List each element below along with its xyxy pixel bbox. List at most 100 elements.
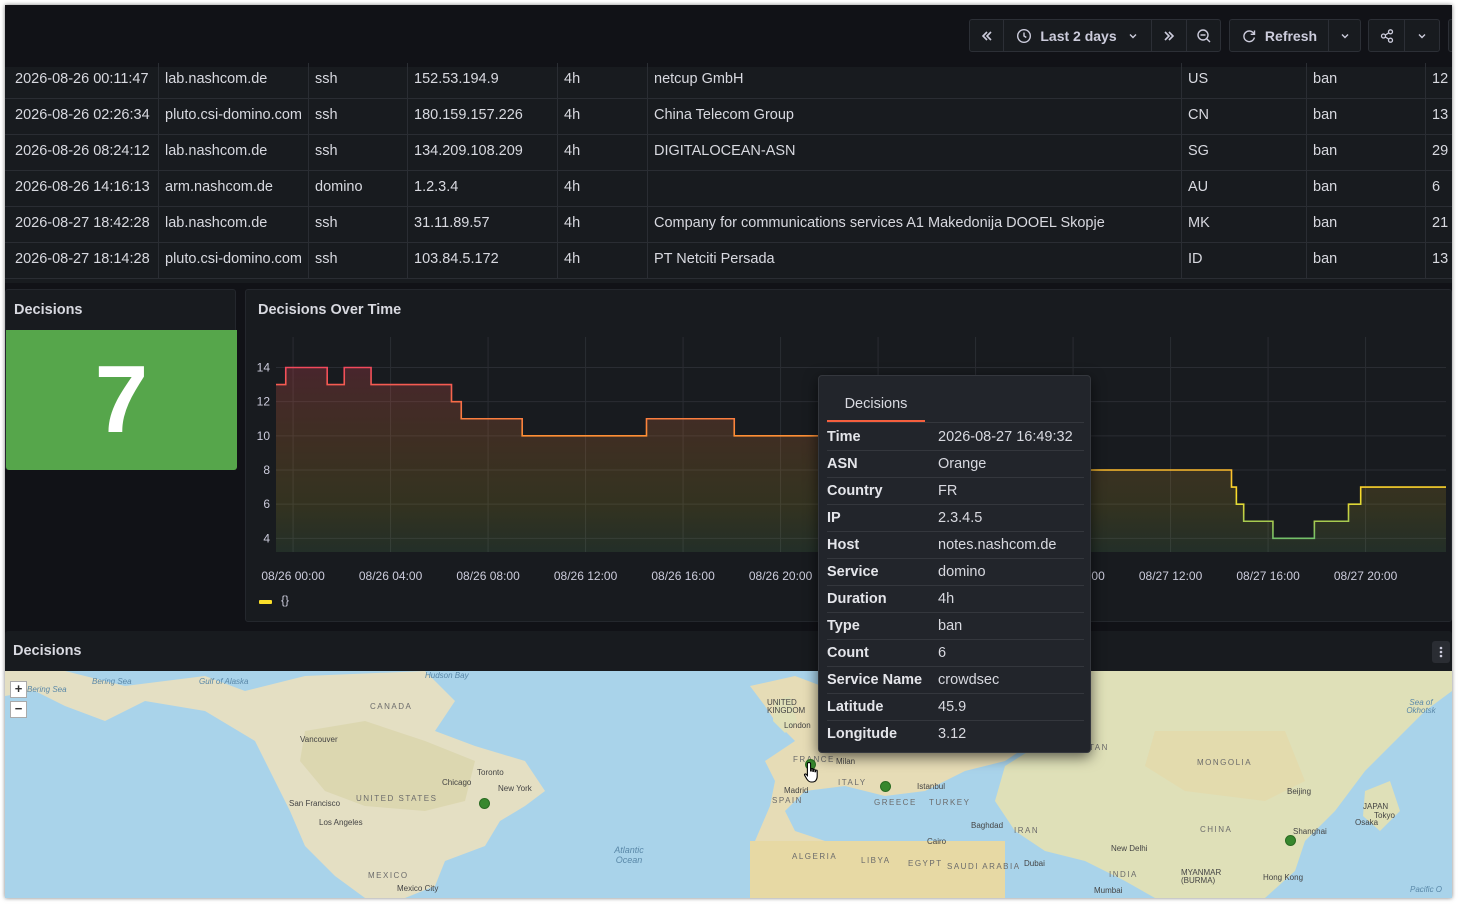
y-tick-label: 8 bbox=[263, 463, 270, 477]
time-picker-group: Last 2 days bbox=[969, 19, 1221, 52]
map-label: SAUDI ARABIA bbox=[947, 862, 1021, 871]
tooltip-key: Latitude bbox=[827, 699, 884, 715]
tooltip-key: Service bbox=[827, 564, 879, 580]
map-label: ALGERIA bbox=[792, 852, 838, 861]
tooltip-value: 6 bbox=[938, 645, 947, 661]
tooltip-row: ASN Orange bbox=[827, 451, 1084, 478]
x-tick-label: 08/27 12:00 bbox=[1139, 569, 1203, 583]
decision-marker[interactable] bbox=[479, 798, 490, 809]
map-label: CANADA bbox=[370, 702, 413, 711]
table-cell: 4h bbox=[557, 63, 647, 99]
tooltip-value: 4h bbox=[938, 591, 955, 607]
tooltip-tab[interactable]: Decisions bbox=[827, 396, 925, 422]
table-cell: lab.nashcom.de bbox=[158, 207, 308, 243]
zoom-out-button[interactable] bbox=[1187, 20, 1220, 51]
table-cell: 2026-08-27 18:42:28 bbox=[15, 215, 150, 231]
tooltip-row: Latitude 45.9 bbox=[827, 694, 1084, 721]
tooltip-key: IP bbox=[827, 510, 841, 526]
table-cell: 4h bbox=[557, 207, 647, 243]
time-forward-button[interactable] bbox=[1152, 20, 1187, 51]
refresh-interval-dropdown[interactable] bbox=[1329, 20, 1360, 51]
table-cell: ssh bbox=[308, 243, 407, 279]
table-row[interactable]: 2026-08-27 18:14:28 pluto.csi-domino.com s… bbox=[5, 243, 1452, 279]
refresh-label: Refresh bbox=[1264, 27, 1318, 44]
share-button[interactable] bbox=[1369, 20, 1405, 51]
y-tick-label: 4 bbox=[263, 531, 270, 545]
table-cell: lab.nashcom.de bbox=[158, 63, 308, 99]
table-row[interactable]: 2026-08-27 18:42:28 lab.nashcom.de ssh 31.1… bbox=[5, 207, 1452, 243]
decision-marker[interactable] bbox=[880, 781, 891, 792]
table-cell: 103.84.5.172 bbox=[407, 243, 557, 279]
time-back-button[interactable] bbox=[970, 20, 1004, 51]
tooltip-row: Service domino bbox=[827, 559, 1084, 586]
time-range-label: Last 2 days bbox=[1040, 27, 1117, 44]
tooltip-row: Longitude 3.12 bbox=[827, 721, 1084, 748]
decisions-stat-panel: Decisions 7 bbox=[5, 289, 237, 470]
map-label: TAN bbox=[1089, 743, 1109, 752]
table-cell: ban bbox=[1306, 243, 1425, 279]
zoom-out-icon bbox=[1196, 28, 1210, 42]
tooltip-value: ban bbox=[938, 618, 963, 634]
double-chevron-right-icon bbox=[1164, 30, 1175, 41]
table-cell: 180.159.157.226 bbox=[407, 99, 557, 135]
tooltip-row: Type ban bbox=[827, 613, 1084, 640]
table-cell: ssh bbox=[308, 135, 407, 171]
map-label: Gulf of Alaska bbox=[199, 677, 249, 686]
map-label: New York bbox=[498, 784, 532, 793]
map-label: INDIA bbox=[1109, 870, 1138, 879]
dashboard-toolbar: Last 2 days Refresh bbox=[5, 5, 1452, 67]
table-row[interactable]: 2026-08-26 08:24:12 lab.nashcom.de ssh 134.… bbox=[5, 135, 1452, 171]
map-label: Pacific O bbox=[1410, 885, 1443, 894]
table-cell: ssh bbox=[308, 99, 407, 135]
tooltip-row: Host notes.nashcom.de bbox=[827, 532, 1084, 559]
table-cell: 12 bbox=[1425, 63, 1452, 99]
dashboard-window: Last 2 days Refresh 2026-08-26 00:11:47 … bbox=[5, 5, 1452, 898]
decision-marker[interactable] bbox=[1285, 835, 1296, 846]
map-zoom-in-button[interactable]: + bbox=[10, 681, 27, 698]
table-cell: China Telecom Group bbox=[647, 99, 1181, 135]
map-label: LIBYA bbox=[861, 856, 891, 865]
table-cell: DIGITALOCEAN-ASN bbox=[647, 135, 1181, 171]
map-basemap bbox=[5, 671, 1452, 898]
table-row[interactable]: 2026-08-26 14:16:13 arm.nashcom.de domino 1… bbox=[5, 171, 1452, 207]
map-label: Shanghai bbox=[1293, 827, 1327, 836]
refresh-icon bbox=[1243, 29, 1256, 42]
world-map[interactable]: + − Bering Sea Bering Sea Gulf of Alaska… bbox=[5, 671, 1452, 898]
kebab-menu-icon bbox=[1439, 646, 1443, 658]
table-cell: Company for communications services A1 M… bbox=[647, 207, 1181, 243]
clock-icon bbox=[1017, 28, 1032, 43]
tooltip-divider bbox=[827, 422, 1084, 423]
tooltip-value: domino bbox=[938, 564, 986, 580]
tooltip-value: 2.3.4.5 bbox=[938, 510, 983, 526]
tooltip-row: Count 6 bbox=[827, 640, 1084, 667]
map-zoom-out-button[interactable]: − bbox=[10, 701, 27, 718]
tooltip-value: notes.nashcom.de bbox=[938, 537, 1057, 553]
share-dropdown[interactable] bbox=[1405, 20, 1439, 51]
time-range-picker[interactable]: Last 2 days bbox=[1004, 20, 1152, 51]
table-cell: 2026-08-26 02:26:34 bbox=[15, 107, 150, 123]
table-cell: ban bbox=[1306, 207, 1425, 243]
overflow-button[interactable] bbox=[1448, 19, 1452, 52]
table-cell: netcup GmbH bbox=[647, 63, 1181, 99]
map-label: Bering Sea bbox=[27, 685, 67, 694]
chevron-down-icon bbox=[1129, 33, 1137, 38]
table-row[interactable]: 2026-08-26 00:11:47 lab.nashcom.de ssh 152.… bbox=[5, 63, 1452, 99]
map-label: EGYPT bbox=[908, 859, 943, 868]
x-tick-label: 08/26 20:00 bbox=[749, 569, 813, 583]
table-cell: 2026-08-27 18:14:28 bbox=[15, 251, 150, 267]
tooltip-key: Time bbox=[827, 429, 861, 445]
table-cell: ban bbox=[1306, 63, 1425, 99]
map-label: Milan bbox=[836, 757, 856, 766]
x-tick-label: 08/26 16:00 bbox=[651, 569, 715, 583]
table-cell: ban bbox=[1306, 99, 1425, 135]
legend-label[interactable]: {} bbox=[281, 593, 289, 607]
y-tick-label: 6 bbox=[263, 497, 270, 511]
table-row[interactable]: 2026-08-26 02:26:34 pluto.csi-domino.com s… bbox=[5, 99, 1452, 135]
table-cell: 4h bbox=[557, 99, 647, 135]
map-panel-title: Decisions bbox=[13, 643, 82, 659]
table-cell: 4h bbox=[557, 171, 647, 207]
table-cell: 4h bbox=[557, 243, 647, 279]
table-cell: 31.11.89.57 bbox=[407, 207, 557, 243]
panel-menu-button[interactable] bbox=[1432, 641, 1450, 663]
refresh-button[interactable]: Refresh bbox=[1230, 20, 1329, 51]
